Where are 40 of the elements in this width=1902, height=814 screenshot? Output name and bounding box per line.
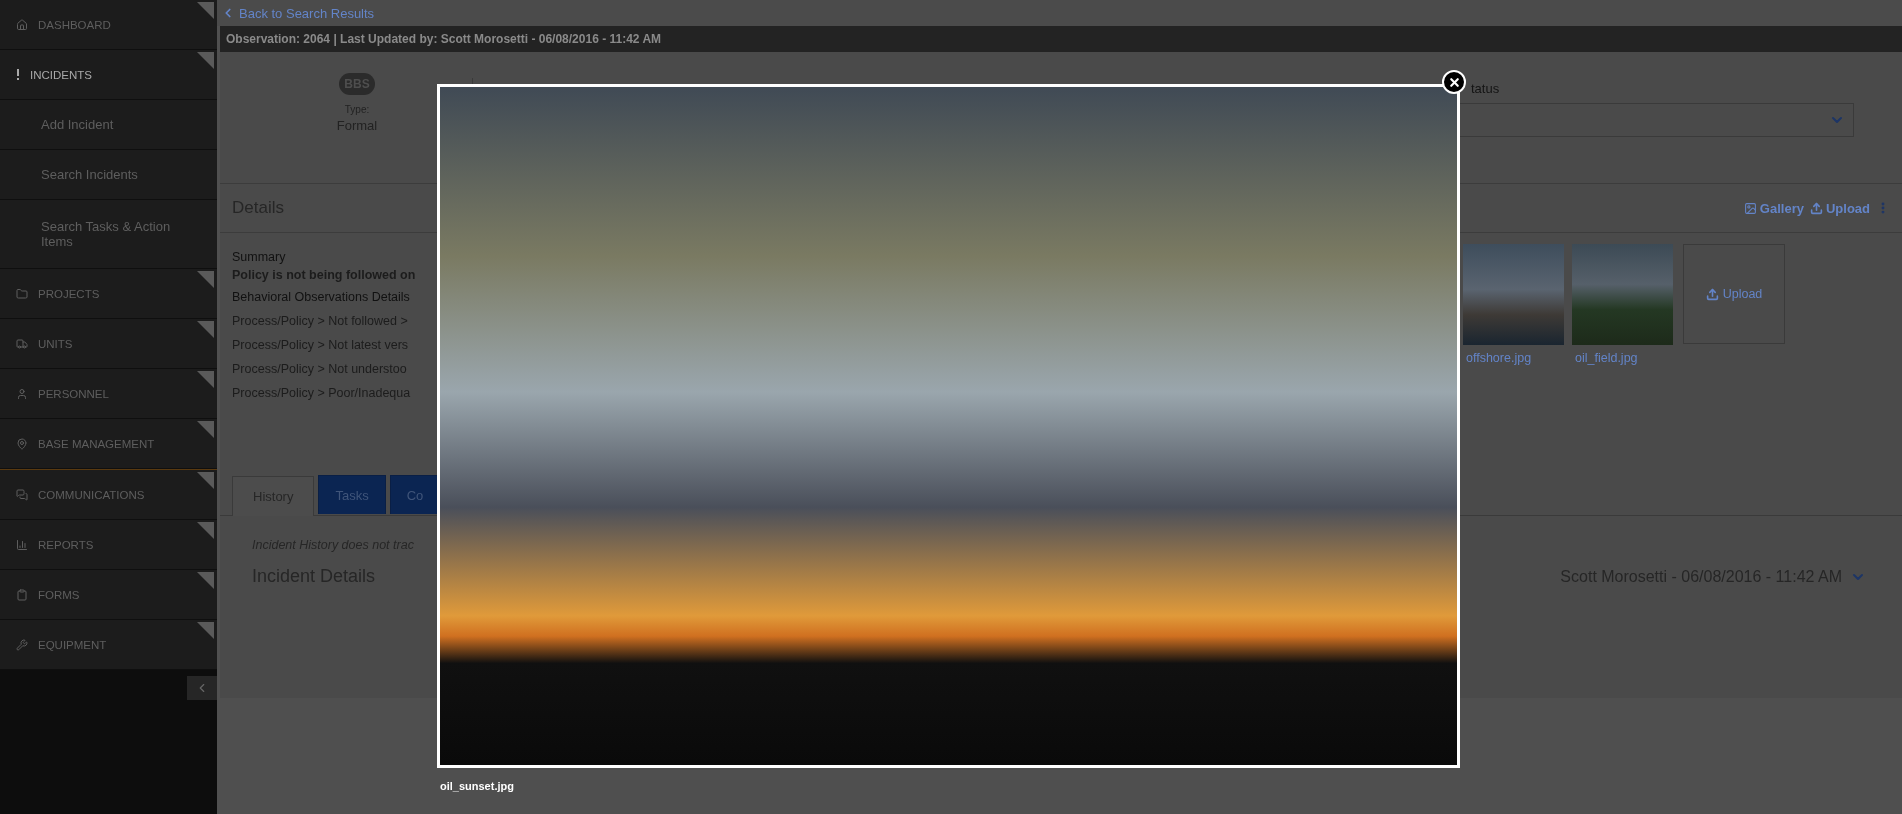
nav-item[interactable]: EQUIPMENT: [0, 620, 217, 670]
nav-subitem[interactable]: Search Tasks & Action Items: [0, 200, 217, 269]
person-icon: [16, 387, 28, 400]
home-icon: [16, 18, 28, 31]
file-link[interactable]: oil_field.jpg: [1572, 351, 1673, 365]
nav-item[interactable]: PERSONNEL: [0, 369, 217, 419]
nav-item[interactable]: DASHBOARD: [0, 0, 217, 50]
upload-icon: [1809, 201, 1823, 215]
image-caption: oil_sunset.jpg: [440, 780, 514, 792]
nav-item[interactable]: INCIDENTS: [0, 50, 217, 100]
nav-item[interactable]: FORMS: [0, 570, 217, 620]
record-header: Observation: 2064 | Last Updated by: Scott Morosetti - 06/08/2016 - 11:42 AM: [220, 26, 1902, 52]
close-icon: [1447, 75, 1461, 89]
upload-button[interactable]: Upload: [1683, 244, 1785, 344]
nav-subitem[interactable]: Add Incident: [0, 100, 217, 150]
chat-icon: [16, 488, 28, 501]
upload-link[interactable]: Upload: [1809, 200, 1870, 216]
image-icon: [1743, 201, 1757, 215]
exclamation-icon: [16, 69, 20, 80]
gallery-link[interactable]: Gallery: [1743, 200, 1804, 216]
collapse-button[interactable]: [187, 676, 217, 700]
nav-item[interactable]: COMMUNICATIONS: [0, 470, 217, 520]
field-label: Behavioral Observations Details: [232, 290, 411, 304]
map-pin-icon: [16, 437, 28, 450]
photo-placeholder[interactable]: [1463, 244, 1564, 345]
folder-icon: [16, 287, 28, 300]
nav-item[interactable]: BASE MANAGEMENT: [0, 419, 217, 469]
wrench-icon: [16, 638, 28, 651]
upload-icon: [1705, 287, 1719, 301]
nav-subitem[interactable]: Search Incidents: [0, 150, 217, 200]
file-link[interactable]: offshore.jpg: [1463, 351, 1564, 365]
back-link[interactable]: Back to Search Results: [221, 5, 375, 21]
nav-item[interactable]: UNITS: [0, 319, 217, 369]
truck-icon: [16, 337, 28, 350]
field-label: Summary: [232, 250, 287, 264]
nav-item[interactable]: REPORTS: [0, 520, 217, 570]
clipboard-icon: [16, 588, 28, 601]
nav-item[interactable]: PROJECTS: [0, 269, 217, 319]
photo-placeholder[interactable]: [1572, 244, 1673, 345]
bar-chart-icon: [16, 538, 28, 551]
